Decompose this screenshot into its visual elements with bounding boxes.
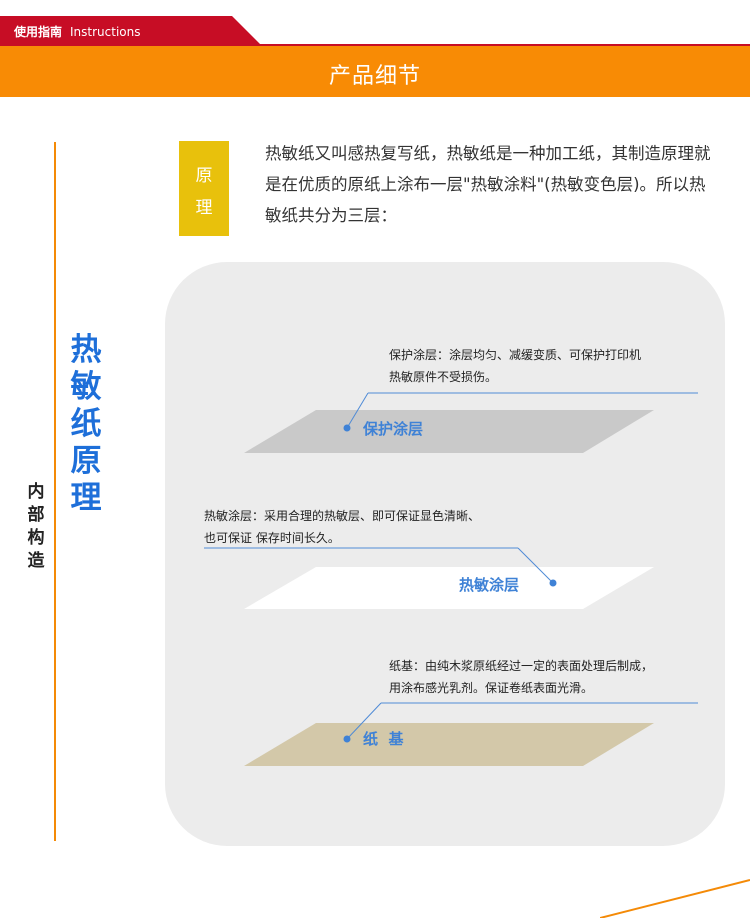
base-label: 纸 基 [363,730,404,748]
callout-dot [549,579,557,587]
layer-diagram [204,392,698,766]
base-desc: 纸基：由纯木浆原纸经过一定的表面处理后制成， 用涂布感光乳剂。保证卷纸表面光滑。 [389,655,653,699]
desc-line: 热敏原件不受损伤。 [389,370,498,384]
protective-desc: 保护涂层：涂层均匀、减缓变质、可保护打印机 热敏原件不受损伤。 [389,344,641,388]
callout-dot [343,424,351,432]
protective-label: 保护涂层 [363,420,424,438]
desc-line: 纸基：由纯木浆原纸经过一定的表面处理后制成， [389,659,654,673]
thermal-label: 热敏涂层 [459,576,520,594]
decorative-swoosh [600,879,750,918]
desc-line: 热敏涂层：采用合理的热敏层、即可保证显色清晰、 [204,509,481,523]
desc-line: 用涂布感光乳剂。保证卷纸表面光滑。 [389,681,594,695]
callout-dot [343,735,351,743]
thermal-desc: 热敏涂层：采用合理的热敏层、即可保证显色清晰、 也可保证 保存时间长久。 [204,505,480,549]
desc-line: 也可保证 保存时间长久。 [204,531,340,545]
layer-shape-protective [244,410,654,453]
desc-line: 保护涂层：涂层均匀、减缓变质、可保护打印机 [389,348,642,362]
layer-shape-base [244,723,654,766]
layer-shape-thermal [244,567,654,609]
